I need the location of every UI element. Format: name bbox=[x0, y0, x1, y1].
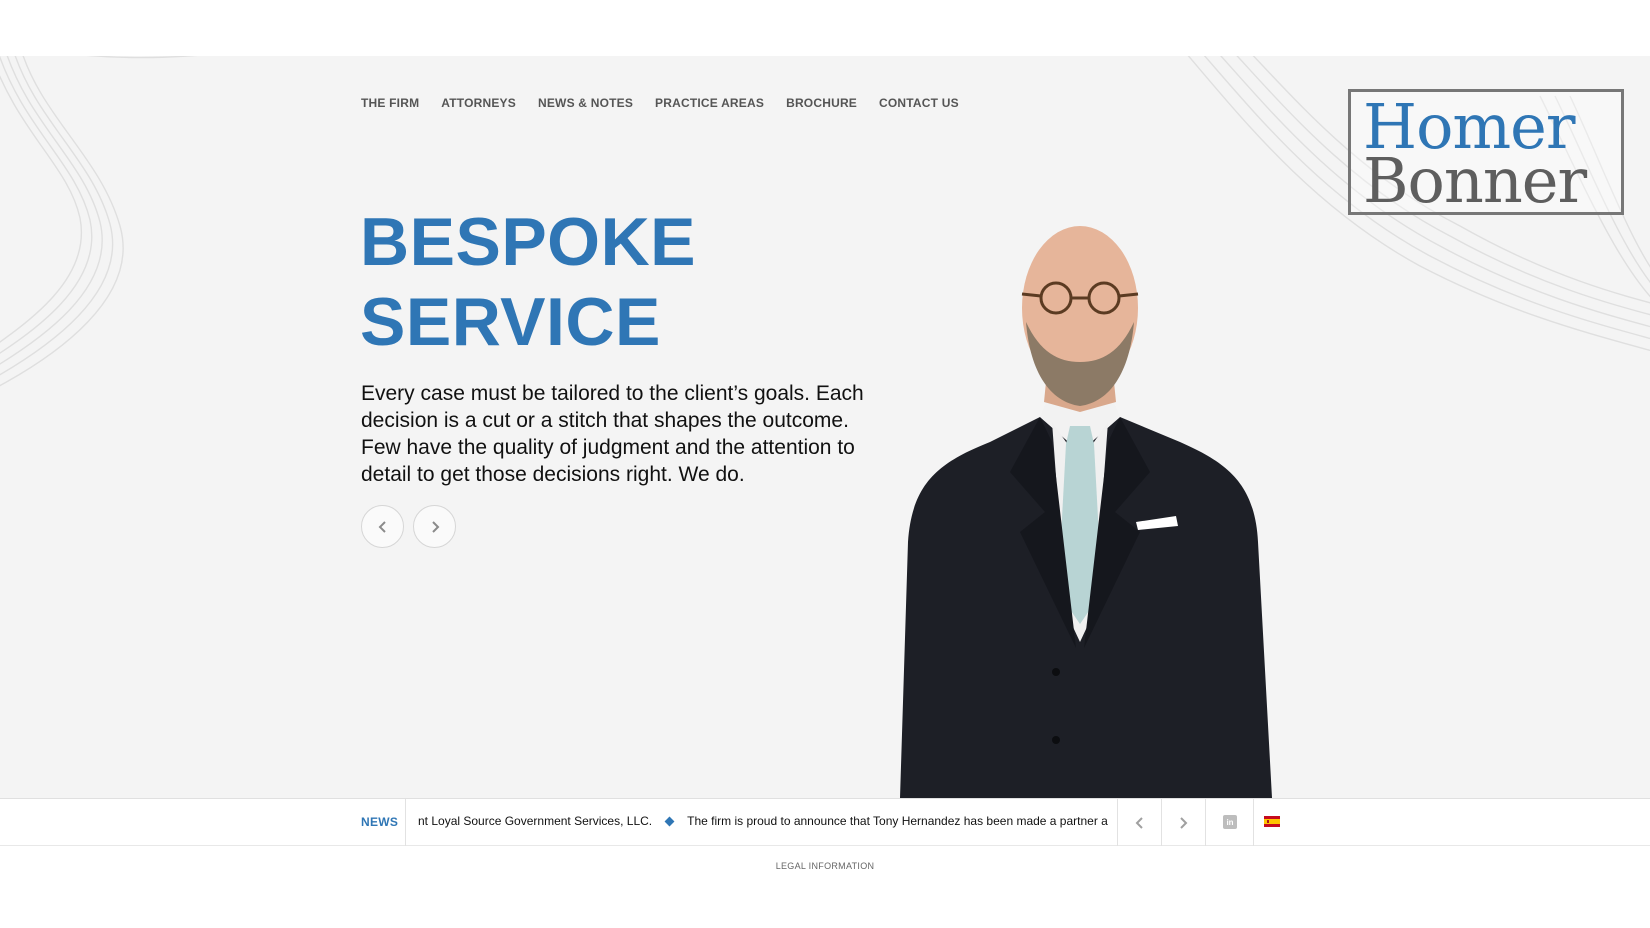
diamond-separator-icon bbox=[664, 816, 675, 826]
chevron-left-icon bbox=[1135, 816, 1143, 829]
ticker-item[interactable]: The firm is proud to announce that Tony … bbox=[687, 814, 1108, 828]
site-logo[interactable]: Homer Bonner bbox=[1348, 89, 1624, 215]
linkedin-icon[interactable]: in bbox=[1223, 815, 1237, 829]
chevron-right-icon bbox=[431, 520, 439, 533]
hero-body-text: Every case must be tailored to the clien… bbox=[361, 382, 864, 486]
ticker-prev-button[interactable] bbox=[1118, 799, 1161, 846]
nav-item-practice-areas[interactable]: PRACTICE AREAS bbox=[655, 96, 764, 110]
chevron-right-icon bbox=[1180, 816, 1188, 829]
headline-line-1: BESPOKE bbox=[360, 204, 697, 280]
ticker-next-button[interactable] bbox=[1162, 799, 1205, 846]
slide-next-button[interactable] bbox=[413, 505, 456, 548]
nav-item-the-firm[interactable]: THE FIRM bbox=[361, 96, 419, 110]
divider bbox=[1205, 799, 1206, 846]
logo-word-bonner: Bonner bbox=[1363, 144, 1587, 217]
nav-item-attorneys[interactable]: ATTORNEYS bbox=[441, 96, 516, 110]
divider bbox=[405, 799, 406, 846]
news-ticker-bar: NEWS nt Loyal Source Government Services… bbox=[0, 798, 1650, 846]
hero-section: THE FIRM ATTORNEYS NEWS & NOTES PRACTICE… bbox=[0, 56, 1650, 798]
slide-prev-button[interactable] bbox=[361, 505, 404, 548]
ticker-item[interactable]: nt Loyal Source Government Services, LLC… bbox=[418, 814, 652, 828]
legal-information-link[interactable]: LEGAL INFORMATION bbox=[0, 861, 1650, 871]
main-nav: THE FIRM ATTORNEYS NEWS & NOTES PRACTICE… bbox=[361, 96, 959, 110]
divider bbox=[1253, 799, 1254, 846]
nav-item-brochure[interactable]: BROCHURE bbox=[786, 96, 857, 110]
spain-flag-icon[interactable] bbox=[1264, 816, 1280, 827]
hero-headline: BESPOKE SERVICE bbox=[360, 202, 696, 362]
nav-item-news-notes[interactable]: NEWS & NOTES bbox=[538, 96, 633, 110]
headline-line-2: SERVICE bbox=[360, 284, 661, 360]
news-ticker: nt Loyal Source Government Services, LLC… bbox=[418, 799, 1110, 846]
attorney-portrait bbox=[900, 226, 1272, 798]
chevron-left-icon bbox=[378, 520, 386, 533]
nav-item-contact-us[interactable]: CONTACT US bbox=[879, 96, 959, 110]
news-label: NEWS bbox=[361, 815, 399, 829]
